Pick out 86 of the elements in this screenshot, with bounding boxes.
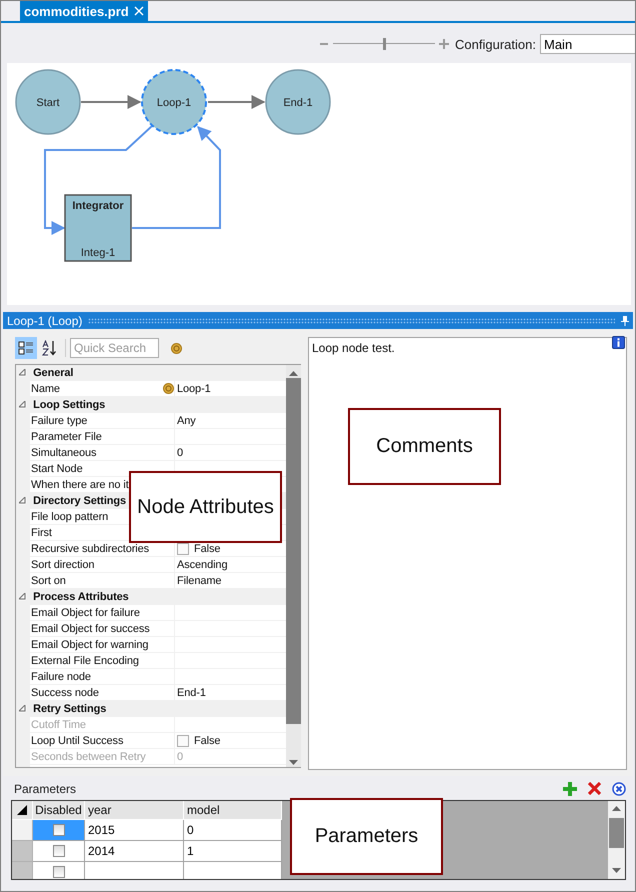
flow-node[interactable]: Integrator Integ-1	[64, 194, 132, 262]
property-value[interactable]: False	[194, 734, 220, 746]
categorized-view-button[interactable]	[15, 337, 37, 359]
callout-label: Node Attributes	[137, 496, 274, 518]
category-header[interactable]: Loop Settings	[16, 397, 108, 412]
table-cell: 0	[184, 820, 282, 841]
category-header[interactable]: Directory Settings	[16, 493, 128, 508]
checkbox[interactable]	[52, 845, 64, 857]
zoom-slider[interactable]	[333, 37, 436, 51]
select-all-icon[interactable]	[17, 805, 27, 815]
checkbox[interactable]	[177, 542, 189, 554]
scroll-up-icon[interactable]	[289, 371, 298, 376]
comment-field[interactable]: Loop node test.	[311, 340, 608, 357]
property-label: Email Object for success	[31, 622, 150, 634]
property-label: Loop Until Success	[31, 734, 124, 746]
callout-label: Parameters	[314, 825, 418, 848]
property-value[interactable]: 0	[177, 446, 184, 458]
property-label: File loop pattern	[31, 510, 108, 522]
table-cell: 1	[184, 841, 282, 862]
table-cell: 2014	[85, 841, 184, 862]
document-tab[interactable]: commodities.prd	[20, 1, 148, 21]
property-value[interactable]: Any	[177, 414, 196, 426]
expanded-icon	[19, 593, 26, 600]
close-icon[interactable]	[134, 6, 144, 16]
expanded-icon	[19, 497, 26, 504]
column-header[interactable]: Disabled	[33, 801, 85, 820]
scroll-up-icon[interactable]	[612, 806, 621, 811]
property-label: Cutoff Time	[31, 718, 86, 730]
coin-icon	[163, 383, 174, 394]
checkbox[interactable]	[177, 734, 189, 746]
expanded-icon	[19, 705, 26, 712]
property-label: Email Object for failure	[31, 606, 140, 618]
property-label: Start Node	[31, 462, 83, 474]
scroll-down-icon[interactable]	[289, 760, 298, 765]
expanded-icon	[19, 369, 26, 376]
scrollbar[interactable]	[608, 801, 625, 879]
column-header[interactable]: model	[184, 801, 282, 820]
add-icon[interactable]	[563, 782, 577, 796]
connector-arrow	[208, 95, 266, 109]
property-label: Failure node	[31, 670, 91, 682]
property-value: 0	[177, 750, 184, 762]
slider-thumb[interactable]	[382, 38, 386, 50]
flow-node[interactable]: Start	[15, 69, 81, 135]
property-label: Sort on	[31, 574, 66, 586]
sort-az-icon	[42, 340, 58, 356]
panel-title: Loop-1 (Loop)	[7, 314, 82, 328]
property-value[interactable]: Filename	[177, 574, 222, 586]
callout-label: Comments	[376, 435, 473, 458]
info-icon[interactable]	[612, 336, 625, 349]
coin-icon[interactable]	[171, 342, 182, 354]
quick-search-field[interactable]: Quick Search	[70, 338, 159, 358]
property-label: Name	[31, 382, 60, 394]
property-label: Email Object for warning	[31, 638, 148, 650]
section-title: Parameters	[14, 782, 78, 796]
property-label: External File Encoding	[31, 654, 139, 666]
table-cell: 2015	[85, 820, 184, 841]
connector-arrow	[81, 95, 142, 109]
checkbox[interactable]	[52, 824, 64, 836]
delete-icon[interactable]	[588, 782, 601, 795]
category-header[interactable]: Retry Settings	[16, 701, 108, 716]
pin-icon[interactable]	[621, 316, 629, 326]
scroll-thumb[interactable]	[609, 818, 624, 848]
configuration-label: Configuration:	[455, 36, 536, 52]
categorized-view-icon	[18, 340, 34, 356]
property-label: Recursive subdirectories	[31, 542, 150, 554]
property-label: When there are no it	[31, 478, 129, 490]
clear-icon[interactable]	[612, 782, 626, 796]
property-value[interactable]: End-1	[177, 686, 206, 698]
flow-node[interactable]: End-1	[265, 69, 331, 135]
property-value[interactable]: False	[194, 542, 220, 554]
property-label: Seconds between Retry	[31, 750, 146, 762]
configuration-field[interactable]: Main	[540, 34, 635, 54]
property-label: Sort direction	[31, 558, 94, 570]
property-label: Success node	[31, 686, 99, 698]
column-header[interactable]: year	[85, 801, 184, 820]
zoom-in-icon[interactable]	[439, 39, 450, 49]
checkbox[interactable]	[52, 866, 64, 878]
property-label: Parameter File	[31, 430, 102, 442]
property-label: First	[31, 526, 52, 538]
property-label: Simultaneous	[31, 446, 96, 458]
property-value[interactable]: Ascending	[177, 558, 228, 570]
flow-node[interactable]: Loop-1	[141, 69, 207, 135]
expanded-icon	[19, 401, 26, 408]
property-value[interactable]: Loop-1	[177, 382, 211, 394]
scroll-down-icon[interactable]	[612, 868, 621, 873]
property-label: Failure type	[31, 414, 88, 426]
